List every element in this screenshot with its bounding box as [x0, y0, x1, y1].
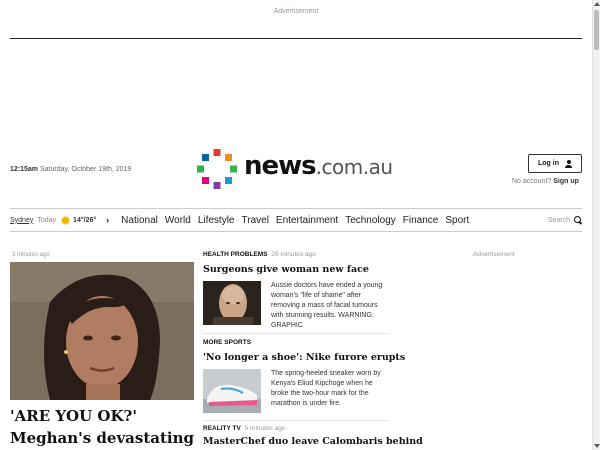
story-kicker: HEALTH PROBLEMS 26 minutes ago	[203, 251, 389, 258]
logo-dot	[202, 177, 209, 184]
main-nav: Sydney Today 14°/26° › National World Li…	[10, 209, 582, 231]
scroll-thumb[interactable]	[594, 10, 599, 50]
no-account-text: No account?	[512, 178, 552, 185]
story-card[interactable]: REALITY TV 5 minutes ago MasterChef duo …	[203, 425, 423, 447]
story-card[interactable]: MORE SPORTS 'No longer a shoe': Nike fur…	[203, 339, 405, 413]
signup-link[interactable]: Sign up	[553, 178, 579, 185]
scroll-up-arrow-icon[interactable]	[594, 2, 600, 6]
nav-link-world[interactable]: World	[165, 215, 191, 226]
logo-dots-icon	[197, 149, 237, 189]
advertisement-label: Advertisement	[273, 8, 319, 15]
story-summary: The spring-heeled sneaker worn by Kenya'…	[271, 370, 381, 407]
weather-city-link[interactable]: Sydney	[10, 217, 33, 224]
current-datetime: 12:15am Saturday, October 19th, 2019	[10, 166, 131, 173]
nav-link-technology[interactable]: Technology	[345, 215, 396, 226]
logo-suffix: .com.au	[315, 155, 393, 179]
scroll-down-arrow-icon[interactable]	[594, 444, 600, 448]
search-button[interactable]: Search	[548, 216, 582, 224]
scrollbar[interactable]	[592, 0, 600, 450]
logo-dot	[213, 149, 221, 156]
login-label: Log in	[538, 160, 559, 167]
logo-dot	[225, 154, 232, 161]
story-kicker: MORE SPORTS	[203, 339, 389, 346]
logo-wordmark: news.com.au	[244, 151, 393, 181]
story-body: Aussie doctors have ended a young woman'…	[203, 281, 389, 331]
lead-story-image[interactable]	[10, 262, 194, 400]
logo-dot	[202, 154, 209, 161]
weather-temperature: 14°/26°	[73, 216, 97, 224]
story-time: 5 minutes ago	[244, 425, 286, 432]
chevron-right-icon[interactable]: ›	[106, 215, 109, 225]
logo-main: news	[244, 151, 317, 181]
nav-link-entertainment[interactable]: Entertainment	[276, 215, 338, 226]
story-category[interactable]: HEALTH PROBLEMS	[203, 251, 268, 258]
sneaker-photo	[203, 369, 261, 413]
current-time: 12:15am	[10, 166, 39, 173]
story-divider	[203, 333, 389, 334]
story-headline[interactable]: 'No longer a shoe': Nike furore erupts	[203, 352, 405, 363]
header-divider	[10, 38, 582, 39]
logo-dot	[230, 165, 237, 173]
story-headline[interactable]: MasterChef duo leave Calombaris behind	[203, 436, 423, 447]
lead-story-time: 3 minutes ago	[12, 252, 50, 258]
story-thumbnail[interactable]	[203, 281, 261, 325]
logo-dot	[197, 165, 204, 173]
weather-today-label: Today	[37, 216, 57, 224]
story-body: The spring-heeled sneaker worn by Kenya'…	[203, 369, 389, 413]
site-logo[interactable]: news.com.au	[196, 148, 396, 190]
story-category[interactable]: REALITY TV	[203, 425, 241, 432]
story-time: 26 minutes ago	[271, 251, 316, 258]
logo-dot	[225, 177, 232, 184]
story-headline[interactable]: Surgeons give woman new face	[203, 264, 389, 275]
sidebar-advertisement-label: Advertisement	[473, 251, 515, 258]
nav-link-finance[interactable]: Finance	[403, 215, 439, 226]
nav-divider-bottom	[10, 231, 582, 232]
lead-story-headline[interactable]: 'ARE YOU OK?' Meghan's devastating answe…	[10, 405, 196, 450]
portrait-photo	[10, 262, 194, 400]
logo-dot	[213, 182, 221, 189]
story-summary: Aussie doctors have ended a young woman'…	[271, 282, 383, 329]
story-category[interactable]: MORE SPORTS	[203, 339, 251, 346]
nav-link-lifestyle[interactable]: Lifestyle	[198, 215, 235, 226]
nav-link-national[interactable]: National	[121, 215, 158, 226]
sun-icon	[62, 216, 70, 224]
face-photo	[203, 281, 261, 325]
story-kicker: REALITY TV 5 minutes ago	[203, 425, 389, 432]
nav-link-travel[interactable]: Travel	[242, 215, 269, 226]
current-date: Saturday, October 19th, 2019	[39, 166, 132, 173]
user-icon	[565, 159, 572, 168]
nav-link-sport[interactable]: Sport	[445, 215, 469, 226]
story-divider	[203, 420, 389, 421]
search-label: Search	[547, 216, 570, 224]
login-button[interactable]: Log in	[528, 154, 582, 173]
no-account-prompt: No account? Sign up	[512, 178, 579, 185]
search-icon	[574, 216, 582, 224]
story-thumbnail[interactable]	[203, 369, 261, 413]
story-card[interactable]: HEALTH PROBLEMS 26 minutes ago Surgeons …	[203, 251, 389, 331]
